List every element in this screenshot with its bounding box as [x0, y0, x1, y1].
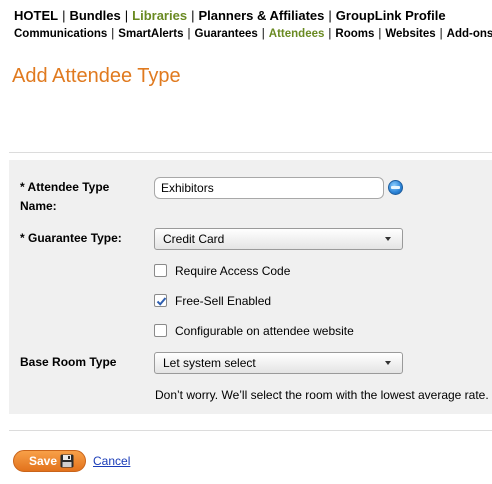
require-access-code-checkbox[interactable] [154, 264, 167, 277]
nav-separator: | [328, 8, 332, 23]
configurable-on-website-label: Configurable on attendee website [175, 324, 354, 338]
nav-item-grouplink-profile[interactable]: GroupLink Profile [336, 8, 446, 23]
primary-nav: HOTEL | Bundles | Libraries | Planners & Affil… [14, 8, 446, 23]
nav-separator: | [328, 28, 332, 40]
subnav-item-communications[interactable]: Communications [14, 28, 107, 40]
nav-item-libraries[interactable]: Libraries [132, 8, 187, 23]
save-button[interactable]: Save [13, 450, 86, 472]
nav-separator: | [62, 8, 66, 23]
nav-item-hotel[interactable]: HOTEL [14, 8, 58, 23]
save-button-label: Save [29, 454, 58, 468]
nav-separator: | [261, 28, 265, 40]
base-room-type-label: Base Room Type [20, 355, 117, 369]
nav-separator: | [111, 28, 115, 40]
base-room-note: Don’t worry. We’ll select the room with … [155, 388, 489, 402]
chevron-down-icon [385, 361, 391, 365]
attendee-type-name-input[interactable] [154, 177, 384, 199]
guarantee-type-value: Credit Card [163, 232, 225, 246]
nav-separator: | [187, 28, 191, 40]
divider [9, 152, 492, 153]
nav-item-planners-affiliates[interactable]: Planners & Affiliates [198, 8, 324, 23]
nav-separator: | [191, 8, 195, 23]
guarantee-type-label: * Guarantee Type: [20, 231, 122, 245]
help-icon[interactable] [388, 180, 403, 195]
nav-separator: | [124, 8, 129, 23]
secondary-nav: Communications | SmartAlerts | Guarantees | At… [14, 28, 492, 40]
nav-separator: | [378, 28, 382, 40]
divider [9, 430, 492, 431]
subnav-item-guarantees[interactable]: Guarantees [195, 28, 258, 40]
cancel-link[interactable]: Cancel [93, 454, 130, 468]
base-room-type-select[interactable]: Let system select [154, 352, 403, 374]
subnav-item-smartalerts[interactable]: SmartAlerts [118, 28, 183, 40]
nav-item-bundles[interactable]: Bundles [69, 8, 120, 23]
checkmark-icon [156, 297, 167, 306]
free-sell-enabled-checkbox[interactable] [154, 294, 167, 307]
free-sell-enabled-label: Free-Sell Enabled [175, 294, 272, 308]
chevron-down-icon [385, 237, 391, 241]
guarantee-type-select[interactable]: Credit Card [154, 228, 403, 250]
configurable-on-website-checkbox[interactable] [154, 324, 167, 337]
subnav-item-attendees[interactable]: Attendees [269, 28, 325, 40]
nav-separator: | [439, 28, 443, 40]
require-access-code-label: Require Access Code [175, 264, 291, 278]
attendee-type-label: * Attendee Type Name: [20, 180, 110, 213]
subnav-item-rooms[interactable]: Rooms [335, 28, 374, 40]
subnav-item-websites[interactable]: Websites [385, 28, 435, 40]
subnav-item-add-ons[interactable]: Add-ons [447, 28, 492, 40]
page-title: Add Attendee Type [12, 65, 181, 87]
floppy-disk-icon [60, 454, 74, 468]
base-room-type-value: Let system select [163, 356, 256, 370]
